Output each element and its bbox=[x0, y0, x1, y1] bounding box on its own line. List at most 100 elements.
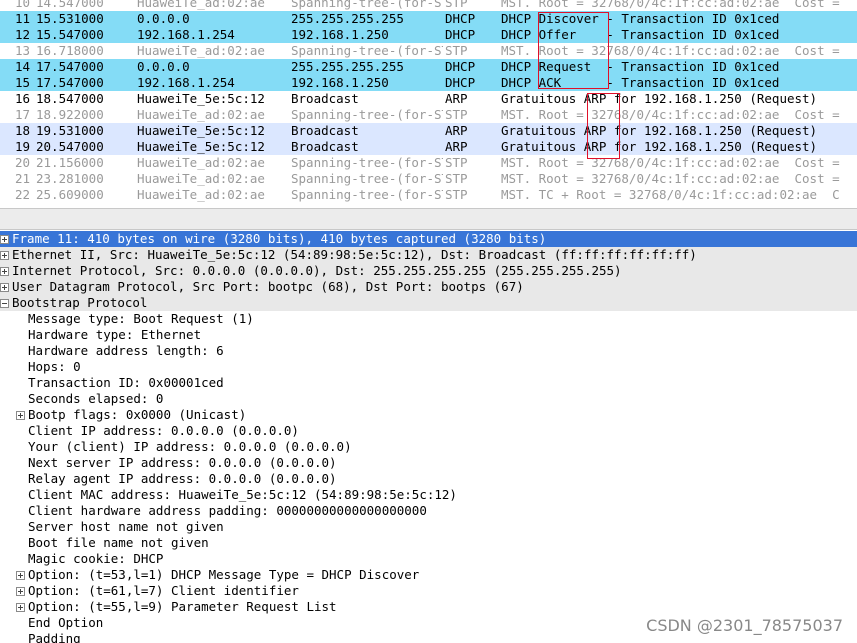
tree-node-label: User Datagram Protocol, Src Port: bootpc… bbox=[12, 279, 524, 294]
packet-info: MST. Root = 32768/0/4c:1f:cc:ad:02:ae Co… bbox=[501, 171, 840, 186]
packet-number: 20 bbox=[14, 155, 30, 170]
packet-info: MST. TC + Root = 32768/0/4c:1f:cc:ad:02:… bbox=[501, 187, 840, 202]
packet-source: HuaweiTe_ad:02:ae bbox=[137, 0, 265, 10]
packet-time: 17.547000 bbox=[36, 59, 104, 74]
packet-destination: Spanning-tree-(for-STP bbox=[291, 187, 443, 202]
tree-node-label: Hops: 0 bbox=[28, 359, 81, 374]
collapse-icon[interactable] bbox=[0, 299, 9, 308]
packet-number: 16 bbox=[14, 91, 30, 106]
expand-icon[interactable] bbox=[0, 251, 9, 260]
tree-node-field[interactable]: Boot file name not given bbox=[0, 535, 857, 551]
packet-row[interactable]: 11 15.531000 0.0.0.0 255.255.255.255 DHCP DHC… bbox=[0, 11, 857, 27]
tree-node-field[interactable]: Next server IP address: 0.0.0.0 (0.0.0.0… bbox=[0, 455, 857, 471]
packet-number: 22 bbox=[14, 187, 30, 202]
packet-row[interactable]: 14 17.547000 0.0.0.0 255.255.255.255 DHCP DHC… bbox=[0, 59, 857, 75]
expand-icon[interactable] bbox=[0, 267, 9, 276]
tree-node-label: Hardware type: Ethernet bbox=[28, 327, 202, 342]
packet-row[interactable]: 20 21.156000 HuaweiTe_ad:02:ae Spanning-tre… bbox=[0, 155, 857, 171]
tree-node-field[interactable]: Option: (t=61,l=7) Client identifier bbox=[0, 583, 857, 599]
tree-node-field[interactable]: Client MAC address: HuaweiTe_5e:5c:12 (5… bbox=[0, 487, 857, 503]
tree-node-label: Hardware address length: 6 bbox=[28, 343, 224, 358]
dhcp-message-annotation-box bbox=[538, 12, 609, 89]
tree-node-label: Next server IP address: 0.0.0.0 (0.0.0.0… bbox=[28, 455, 337, 470]
packet-destination: Spanning-tree-(for-STP bbox=[291, 155, 443, 170]
packet-row[interactable]: 19 20.547000 HuaweiTe_5e:5c:12 Broadcast ARP… bbox=[0, 139, 857, 155]
tree-node-label: Your (client) IP address: 0.0.0.0 (0.0.0… bbox=[28, 439, 352, 454]
watermark: CSDN @2301_78575037 bbox=[646, 616, 843, 635]
packet-row[interactable]: 22 25.609000 HuaweiTe_ad:02:ae Spanning-tre… bbox=[0, 187, 857, 203]
packet-protocol: DHCP bbox=[445, 27, 476, 42]
tree-node-field[interactable]: Client IP address: 0.0.0.0 (0.0.0.0) bbox=[0, 423, 857, 439]
packet-row[interactable]: 15 17.547000 192.168.1.254 192.168.1.250 DHC… bbox=[0, 75, 857, 91]
packet-destination: Spanning-tree-(for-STP bbox=[291, 0, 443, 10]
tree-node-protocol[interactable]: Bootstrap Protocol bbox=[0, 295, 857, 311]
tree-node-field[interactable]: Your (client) IP address: 0.0.0.0 (0.0.0… bbox=[0, 439, 857, 455]
packet-number: 14 bbox=[14, 59, 30, 74]
tree-node-field[interactable]: Transaction ID: 0x00001ced bbox=[0, 375, 857, 391]
packet-time: 18.922000 bbox=[36, 107, 104, 122]
packet-destination: 192.168.1.250 bbox=[291, 27, 389, 42]
packet-protocol: DHCP bbox=[445, 11, 476, 26]
packet-time: 20.547000 bbox=[36, 139, 104, 154]
tree-node-field[interactable]: Magic cookie: DHCP bbox=[0, 551, 857, 567]
packet-protocol: STP bbox=[445, 0, 468, 10]
expand-icon[interactable] bbox=[0, 283, 9, 292]
packet-row[interactable]: 16 18.547000 HuaweiTe_5e:5c:12 Broadcast ARP… bbox=[0, 91, 857, 107]
tree-node-field[interactable]: Relay agent IP address: 0.0.0.0 (0.0.0.0… bbox=[0, 471, 857, 487]
tree-node-label: Option: (t=61,l=7) Client identifier bbox=[28, 583, 299, 598]
packet-destination: Spanning-tree-(for-STP bbox=[291, 43, 443, 58]
tree-node-field[interactable]: Seconds elapsed: 0 bbox=[0, 391, 857, 407]
packet-info: MST. Root = 32768/0/4c:1f:cc:ad:02:ae Co… bbox=[501, 0, 840, 10]
packet-row[interactable]: 17 18.922000 HuaweiTe_ad:02:ae Spanning-tre… bbox=[0, 107, 857, 123]
packet-source: HuaweiTe_ad:02:ae bbox=[137, 43, 265, 58]
tree-node-field[interactable]: Client hardware address padding: 0000000… bbox=[0, 503, 857, 519]
tree-node-label: Bootp flags: 0x0000 (Unicast) bbox=[28, 407, 247, 422]
expand-icon[interactable] bbox=[16, 587, 25, 596]
packet-row[interactable]: 21 23.281000 HuaweiTe_ad:02:ae Spanning-tre… bbox=[0, 171, 857, 187]
packet-destination: Broadcast bbox=[291, 123, 359, 138]
tree-node-field[interactable]: Hardware type: Ethernet bbox=[0, 327, 857, 343]
tree-node-field[interactable]: Server host name not given bbox=[0, 519, 857, 535]
tree-node-field[interactable]: Option: (t=55,l=9) Parameter Request Lis… bbox=[0, 599, 857, 615]
packet-destination: Spanning-tree-(for-STP bbox=[291, 171, 443, 186]
packet-source: 192.168.1.254 bbox=[137, 27, 235, 42]
expand-icon[interactable] bbox=[16, 603, 25, 612]
tree-node-label: Client hardware address padding: 0000000… bbox=[28, 503, 427, 518]
tree-node-protocol[interactable]: Ethernet II, Src: HuaweiTe_5e:5c:12 (54:… bbox=[0, 247, 857, 263]
tree-node-label: Relay agent IP address: 0.0.0.0 (0.0.0.0… bbox=[28, 471, 337, 486]
tree-node-label: End Option bbox=[28, 615, 104, 630]
packet-info: Gratuitous ARP for 192.168.1.250 (Reques… bbox=[501, 139, 818, 154]
expand-icon[interactable] bbox=[16, 571, 25, 580]
packet-protocol: STP bbox=[445, 107, 468, 122]
packet-row[interactable]: 13 16.718000 HuaweiTe_ad:02:ae Spanning-tre… bbox=[0, 43, 857, 59]
packet-time: 25.609000 bbox=[36, 187, 104, 202]
packet-source: HuaweiTe_ad:02:ae bbox=[137, 155, 265, 170]
packet-source: HuaweiTe_5e:5c:12 bbox=[137, 123, 265, 138]
packet-details-tree: Frame 11: 410 bytes on wire (3280 bits),… bbox=[0, 231, 857, 643]
tree-node-field[interactable]: Message type: Boot Request (1) bbox=[0, 311, 857, 327]
tree-node-field[interactable]: Bootp flags: 0x0000 (Unicast) bbox=[0, 407, 857, 423]
packet-row[interactable]: 18 19.531000 HuaweiTe_5e:5c:12 Broadcast ARP… bbox=[0, 123, 857, 139]
expand-icon[interactable] bbox=[16, 411, 25, 420]
packet-number: 21 bbox=[14, 171, 30, 186]
packet-source: 0.0.0.0 bbox=[137, 59, 190, 74]
packet-source: HuaweiTe_5e:5c:12 bbox=[137, 91, 265, 106]
tree-node-protocol[interactable]: User Datagram Protocol, Src Port: bootpc… bbox=[0, 279, 857, 295]
tree-node-field[interactable]: Hops: 0 bbox=[0, 359, 857, 375]
tree-node-field[interactable]: Option: (t=53,l=1) DHCP Message Type = D… bbox=[0, 567, 857, 583]
pane-splitter[interactable] bbox=[0, 208, 857, 230]
tree-node-label: Transaction ID: 0x00001ced bbox=[28, 375, 224, 390]
packet-list: 10 14.547000 HuaweiTe_ad:02:ae Spanning-tre… bbox=[0, 0, 857, 208]
tree-node-label: Client MAC address: HuaweiTe_5e:5c:12 (5… bbox=[28, 487, 457, 502]
packet-row[interactable]: 10 14.547000 HuaweiTe_ad:02:ae Spanning-tre… bbox=[0, 0, 857, 11]
tree-node-label: Boot file name not given bbox=[28, 535, 209, 550]
tree-node-label: Padding bbox=[28, 631, 81, 643]
tree-node-label: Option: (t=53,l=1) DHCP Message Type = D… bbox=[28, 567, 420, 582]
expand-icon[interactable] bbox=[0, 235, 9, 244]
packet-row[interactable]: 12 15.547000 192.168.1.254 192.168.1.250 DHC… bbox=[0, 27, 857, 43]
tree-node-protocol[interactable]: Internet Protocol, Src: 0.0.0.0 (0.0.0.0… bbox=[0, 263, 857, 279]
tree-node-field[interactable]: Hardware address length: 6 bbox=[0, 343, 857, 359]
tree-node-label: Bootstrap Protocol bbox=[12, 295, 148, 310]
packet-source: 192.168.1.254 bbox=[137, 75, 235, 90]
tree-node-protocol[interactable]: Frame 11: 410 bytes on wire (3280 bits),… bbox=[0, 231, 857, 247]
